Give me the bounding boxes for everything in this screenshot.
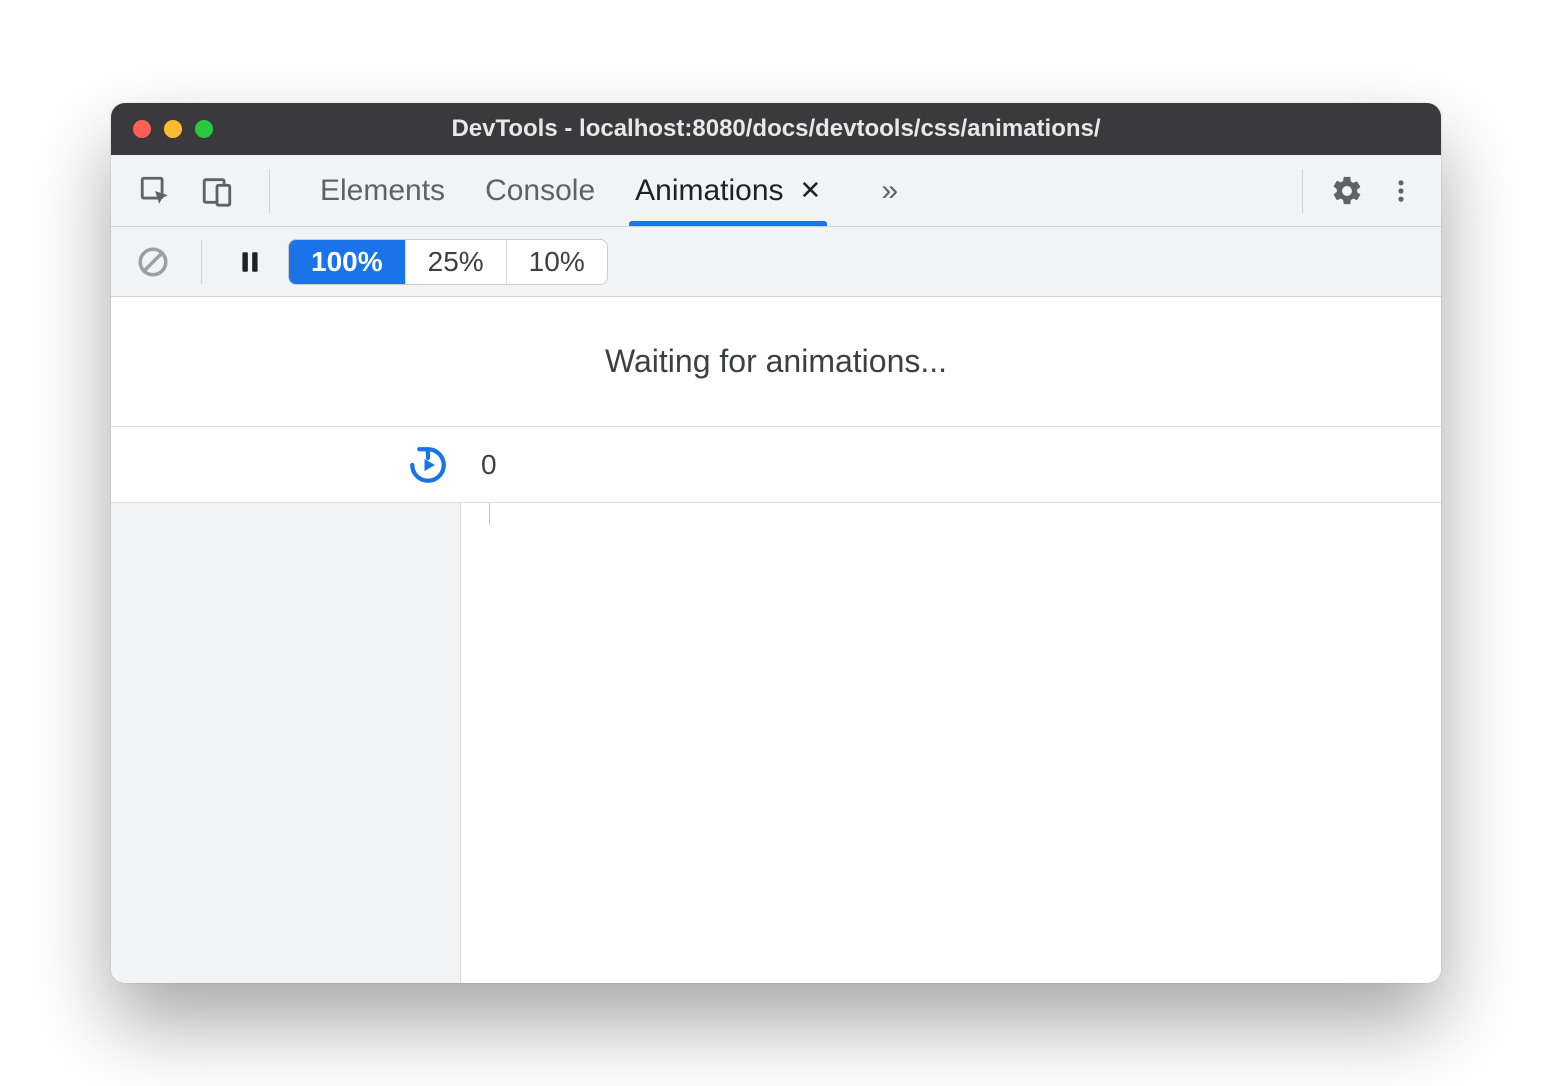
animation-panes: [111, 503, 1441, 983]
titlebar: DevTools - localhost:8080/docs/devtools/…: [111, 103, 1441, 155]
tab-label: Animations: [635, 174, 783, 208]
clear-icon: [136, 245, 170, 279]
kebab-menu-button[interactable]: [1381, 171, 1421, 211]
traffic-lights: [111, 120, 213, 138]
tab-elements[interactable]: Elements: [320, 155, 445, 226]
tab-label: Console: [485, 174, 595, 208]
close-icon[interactable]: ✕: [800, 175, 822, 206]
timeline-tick: [489, 503, 490, 525]
speed-label: 25%: [428, 246, 484, 278]
more-tabs-button[interactable]: »: [861, 155, 918, 226]
kebab-icon: [1387, 177, 1415, 205]
window-minimize-button[interactable]: [164, 120, 182, 138]
waiting-message: Waiting for animations...: [605, 343, 947, 380]
waiting-panel: Waiting for animations...: [111, 297, 1441, 427]
replay-icon: [407, 444, 449, 486]
speed-label: 10%: [529, 246, 585, 278]
speed-100-button[interactable]: 100%: [289, 240, 405, 284]
gear-icon: [1330, 174, 1364, 208]
timeline-header: 0: [111, 427, 1441, 503]
animation-list-pane: [111, 503, 461, 983]
playback-speed-group: 100% 25% 10%: [288, 239, 608, 285]
window-title: DevTools - localhost:8080/docs/devtools/…: [111, 115, 1441, 143]
clear-button[interactable]: [133, 242, 173, 282]
window-close-button[interactable]: [133, 120, 151, 138]
main-tabbar: Elements Console Animations ✕ »: [111, 155, 1441, 227]
separator: [1302, 169, 1303, 213]
speed-25-button[interactable]: 25%: [405, 240, 506, 284]
separator: [269, 169, 270, 213]
animation-timeline-pane[interactable]: [461, 503, 1441, 983]
separator: [201, 240, 202, 284]
settings-button[interactable]: [1327, 171, 1367, 211]
tab-label: Elements: [320, 174, 445, 208]
window-zoom-button[interactable]: [195, 120, 213, 138]
tab-console[interactable]: Console: [485, 155, 595, 226]
device-toolbar-icon[interactable]: [197, 171, 237, 211]
pause-icon: [237, 249, 263, 275]
inspect-element-icon[interactable]: [135, 171, 175, 211]
speed-10-button[interactable]: 10%: [506, 240, 607, 284]
replay-button[interactable]: [407, 444, 449, 486]
tab-animations[interactable]: Animations ✕: [635, 155, 821, 226]
animations-toolbar: 100% 25% 10%: [111, 227, 1441, 297]
timeline-start-label: 0: [481, 449, 497, 481]
speed-label: 100%: [311, 246, 383, 278]
chevron-double-right-icon: »: [881, 174, 898, 208]
pause-button[interactable]: [230, 242, 270, 282]
devtools-window: DevTools - localhost:8080/docs/devtools/…: [111, 103, 1441, 983]
